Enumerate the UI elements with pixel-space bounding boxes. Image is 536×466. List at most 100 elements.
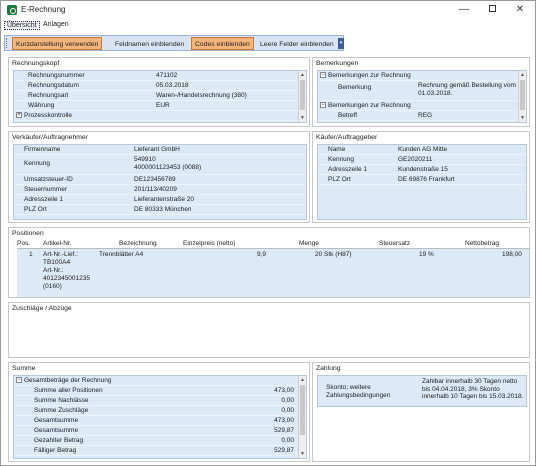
summe-grid[interactable]: − Gesamtbeträge der Rechnung Summe aller … <box>13 375 307 459</box>
column-header-steuersatz[interactable]: Steuersatz <box>379 240 410 247</box>
table-row[interactable]: 1 Art-Nr.-Lief.: TB100A4 Art-Nr.: 401234… <box>17 249 529 297</box>
collapse-icon[interactable]: − <box>16 377 22 384</box>
column-header-pos[interactable]: Pos. <box>17 240 30 247</box>
zahlung-title: Zahlung <box>316 365 341 372</box>
table-row[interactable]: Steuernummer 201/113/40209 <box>14 186 306 195</box>
bemerkungen-title: Bemerkungen <box>316 60 359 67</box>
field-label: Adresszeile 1 <box>24 196 64 203</box>
tab-ubersicht[interactable]: Übersicht <box>4 21 40 30</box>
scroll-down-icon[interactable]: ▼ <box>299 450 306 458</box>
leere-felder-button[interactable]: Leere Felder einblenden <box>256 37 338 50</box>
table-row[interactable]: Fälliger Betrag 529,87 <box>14 447 306 456</box>
group-row[interactable]: + Prozesskontrolle <box>14 112 306 121</box>
table-row[interactable]: Rechnungsart Waren-/Handelsrechnung (380… <box>14 92 306 101</box>
table-row[interactable]: Adresszeile 1 Kundenstraße 15 <box>318 166 526 175</box>
rechnungskopf-grid[interactable]: Rechnungsnummer 471102 Rechnungsdatum 05… <box>13 70 307 123</box>
verkaeufer-panel: Verkäufer/Auftragnehmer Firmenname Liefe… <box>8 131 310 223</box>
app-icon <box>7 5 17 15</box>
gesamtbetraege-group[interactable]: − Gesamtbeträge der Rechnung <box>16 377 111 384</box>
positionen-panel: Positionen Pos. Artikel-Nr. Bezeichnung … <box>8 227 530 298</box>
field-value: 0,00 <box>281 407 294 414</box>
table-row[interactable]: Summe Zuschläge 0,00 <box>14 407 306 416</box>
table-row[interactable]: Summe aller Positionen 473,00 <box>14 387 306 396</box>
scroll-thumb[interactable] <box>300 80 305 110</box>
collapse-icon[interactable]: − <box>320 72 326 79</box>
column-header-menge[interactable]: Menge <box>299 240 319 247</box>
table-row[interactable]: Umsatzsteuer-ID DE123456789 <box>14 176 306 185</box>
field-value: 529,87 <box>274 427 294 434</box>
collapse-icon[interactable]: − <box>320 102 326 109</box>
column-header-einzelpreis[interactable]: Einzelpreis (netto) <box>183 240 235 247</box>
table-row[interactable]: Währung EUR <box>14 102 306 111</box>
toolbar-overflow-icon[interactable]: ▾ <box>338 38 344 49</box>
scroll-down-icon[interactable]: ▼ <box>519 114 526 122</box>
toolbar-grip[interactable] <box>6 38 10 48</box>
scroll-down-icon[interactable]: ▼ <box>299 114 306 122</box>
group-label: Bemerkungen zur Rechnung <box>328 72 411 79</box>
table-row[interactable]: PLZ Ort DE 69876 Frankfurt <box>318 176 526 185</box>
field-value: Kundenstraße 15 <box>398 166 448 173</box>
window-title: E-Rechnung <box>21 5 66 14</box>
field-value: DE123456789 <box>134 176 176 183</box>
kaeufer-grid[interactable]: Name Kunden AG Mitte Kennung GE2020211 A… <box>317 144 527 220</box>
table-row[interactable]: Kennung GE2020211 <box>318 156 526 165</box>
bemerkungen-scrollbar[interactable]: ▲ ▼ <box>518 71 526 122</box>
zahlung-grid[interactable]: Skonto; weitere Zahlungsbedingungen Zahl… <box>317 375 527 407</box>
scroll-thumb[interactable] <box>520 80 525 110</box>
field-label: PLZ Ort <box>328 176 351 183</box>
kurzdarstellung-button[interactable]: Kurzdarstellung verwenden <box>12 37 103 50</box>
tab-anlagen[interactable]: Anlagen <box>41 21 71 28</box>
table-row[interactable]: Adresszeile 1 Lieferantenstraße 20 <box>14 196 306 205</box>
column-header-nettobetrag[interactable]: Nettobetrag <box>465 240 499 247</box>
field-label: Kennung <box>24 160 51 167</box>
table-row[interactable]: Firmenname Lieferant GmbH <box>14 146 306 155</box>
close-button[interactable]: ✕ <box>506 2 534 18</box>
field-value: 0,00 <box>281 397 294 404</box>
field-label: Bemerkung <box>338 84 372 91</box>
prozesskontrolle-group[interactable]: + Prozesskontrolle <box>16 112 72 119</box>
summe-panel: Summe − Gesamtbeträge der Rechnung Summe … <box>8 362 310 462</box>
table-row[interactable]: Betreff REG <box>318 112 526 121</box>
field-value: REG <box>418 112 433 119</box>
bemerkungen-group[interactable]: − Bemerkungen zur Rechnung <box>320 72 411 79</box>
feldnamen-button[interactable]: Feldnamen einblenden <box>111 37 188 50</box>
minimize-button[interactable]: — <box>450 2 478 18</box>
field-value: Lieferantenstraße 20 <box>134 196 194 203</box>
verkaeufer-grid[interactable]: Firmenname Lieferant GmbH Kennung 549910… <box>13 144 307 220</box>
group-row[interactable]: − Bemerkungen zur Rechnung <box>318 102 526 111</box>
table-row[interactable]: Name Kunden AG Mitte <box>318 146 526 155</box>
table-row[interactable]: Kennung 549910 4000001123453 (0088) <box>14 156 306 175</box>
table-row[interactable]: Bemerkung Rechnung gemäß Bestellung vom … <box>318 82 526 101</box>
scroll-up-icon[interactable]: ▲ <box>299 376 306 384</box>
group-row[interactable]: − Bemerkungen zur Rechnung <box>318 72 526 81</box>
table-row[interactable]: Gezahlter Betrag 0,00 <box>14 437 306 446</box>
table-row[interactable]: Gesamtsumme 529,87 <box>14 427 306 436</box>
codes-button[interactable]: Codes einblenden <box>191 37 254 50</box>
maximize-button[interactable] <box>478 2 506 18</box>
title-bar: E-Rechnung — ✕ <box>1 1 535 19</box>
field-label: Kennung <box>328 156 355 163</box>
field-label: Fälliger Betrag <box>34 447 77 454</box>
table-row[interactable]: Gesamtsumme 473,00 <box>14 417 306 426</box>
table-row[interactable]: PLZ Ort DE 80333 München <box>14 206 306 215</box>
field-label: Betreff <box>338 112 358 119</box>
table-row[interactable]: Summe Nachlässe 0,00 <box>14 397 306 406</box>
field-label: Firmenname <box>24 146 61 153</box>
bemerkungen-group[interactable]: − Bemerkungen zur Rechnung <box>320 102 411 109</box>
table-row[interactable]: Rechnungsnummer 471102 <box>14 72 306 81</box>
scroll-up-icon[interactable]: ▲ <box>299 71 306 79</box>
cell-steuersatz: 19 % <box>419 251 434 258</box>
field-value: Kunden AG Mitte <box>398 146 448 153</box>
column-header-artikel[interactable]: Artikel-Nr. <box>43 240 72 247</box>
scroll-thumb[interactable] <box>300 385 305 435</box>
rechnungskopf-scrollbar[interactable]: ▲ ▼ <box>298 71 306 122</box>
expand-icon[interactable]: + <box>16 112 22 119</box>
field-label: Summe aller Positionen <box>34 387 103 394</box>
column-header-bezeichnung[interactable]: Bezeichnung <box>119 240 157 247</box>
field-value: Waren-/Handelsrechnung (380) <box>156 92 247 99</box>
group-row[interactable]: − Gesamtbeträge der Rechnung <box>14 377 306 386</box>
table-row[interactable]: Rechnungsdatum 05.03.2018 <box>14 82 306 91</box>
bemerkungen-grid[interactable]: − Bemerkungen zur Rechnung Bemerkung Rech… <box>317 70 527 123</box>
summe-scrollbar[interactable]: ▲ ▼ <box>298 376 306 458</box>
scroll-up-icon[interactable]: ▲ <box>519 71 526 79</box>
